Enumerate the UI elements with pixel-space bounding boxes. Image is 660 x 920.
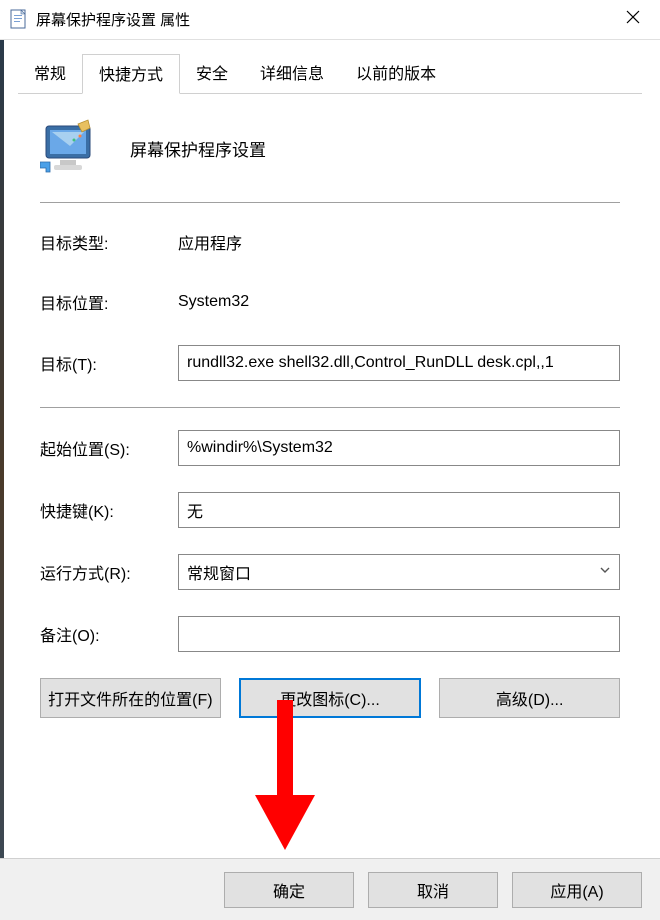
shortcut-key-input[interactable]: [178, 492, 620, 528]
run-select[interactable]: 常规窗口: [178, 554, 620, 590]
shortcut-header: 屏幕保护程序设置: [40, 118, 620, 198]
dialog-footer: 确定 取消 应用(A): [0, 858, 660, 920]
monitor-icon: [40, 118, 100, 178]
tab-shortcut[interactable]: 快捷方式: [82, 54, 180, 94]
run-select-value: 常规窗口: [187, 560, 251, 584]
ok-button[interactable]: 确定: [224, 872, 354, 908]
tab-security[interactable]: 安全: [180, 54, 244, 93]
divider: [40, 202, 620, 203]
comment-input[interactable]: [178, 616, 620, 652]
row-target-location: 目标位置: System32: [40, 285, 620, 319]
label-shortcut-key: 快捷键(K):: [40, 498, 178, 522]
window-icon: [10, 9, 28, 31]
row-comment: 备注(O):: [40, 616, 620, 652]
close-icon: [626, 10, 640, 29]
row-target-type: 目标类型: 应用程序: [40, 225, 620, 259]
change-icon-button[interactable]: 更改图标(C)...: [239, 678, 422, 718]
label-target-location: 目标位置:: [40, 290, 178, 314]
apply-button[interactable]: 应用(A): [512, 872, 642, 908]
window-edge-decoration: [0, 40, 4, 920]
annotation-arrow-icon: [255, 700, 315, 850]
row-run: 运行方式(R): 常规窗口: [40, 554, 620, 590]
label-target: 目标(T):: [40, 351, 178, 375]
row-shortcut-key: 快捷键(K):: [40, 492, 620, 528]
tab-details[interactable]: 详细信息: [244, 54, 340, 93]
label-target-type: 目标类型:: [40, 230, 178, 254]
tab-bar: 常规 快捷方式 安全 详细信息 以前的版本: [0, 40, 660, 93]
divider: [40, 407, 620, 408]
tab-content: 屏幕保护程序设置 目标类型: 应用程序 目标位置: System32 目标(T)…: [0, 94, 660, 718]
cancel-button[interactable]: 取消: [368, 872, 498, 908]
label-start-in: 起始位置(S):: [40, 436, 178, 460]
open-file-location-button[interactable]: 打开文件所在的位置(F): [40, 678, 221, 718]
chevron-down-icon: [599, 563, 611, 581]
start-in-input[interactable]: [178, 430, 620, 466]
window-title: 屏幕保护程序设置 属性: [36, 9, 610, 30]
title-bar: 屏幕保护程序设置 属性: [0, 0, 660, 40]
target-input[interactable]: [178, 345, 620, 381]
button-row: 打开文件所在的位置(F) 更改图标(C)... 高级(D)...: [40, 678, 620, 718]
tab-previous-versions[interactable]: 以前的版本: [340, 54, 452, 93]
row-start-in: 起始位置(S):: [40, 430, 620, 466]
row-target: 目标(T):: [40, 345, 620, 381]
close-button[interactable]: [610, 4, 656, 36]
value-target-location: System32: [178, 293, 249, 311]
shortcut-name: 屏幕保护程序设置: [130, 136, 266, 161]
label-comment: 备注(O):: [40, 622, 178, 646]
advanced-button[interactable]: 高级(D)...: [439, 678, 620, 718]
value-target-type: 应用程序: [178, 230, 242, 254]
tab-general[interactable]: 常规: [18, 54, 82, 93]
label-run: 运行方式(R):: [40, 560, 178, 584]
